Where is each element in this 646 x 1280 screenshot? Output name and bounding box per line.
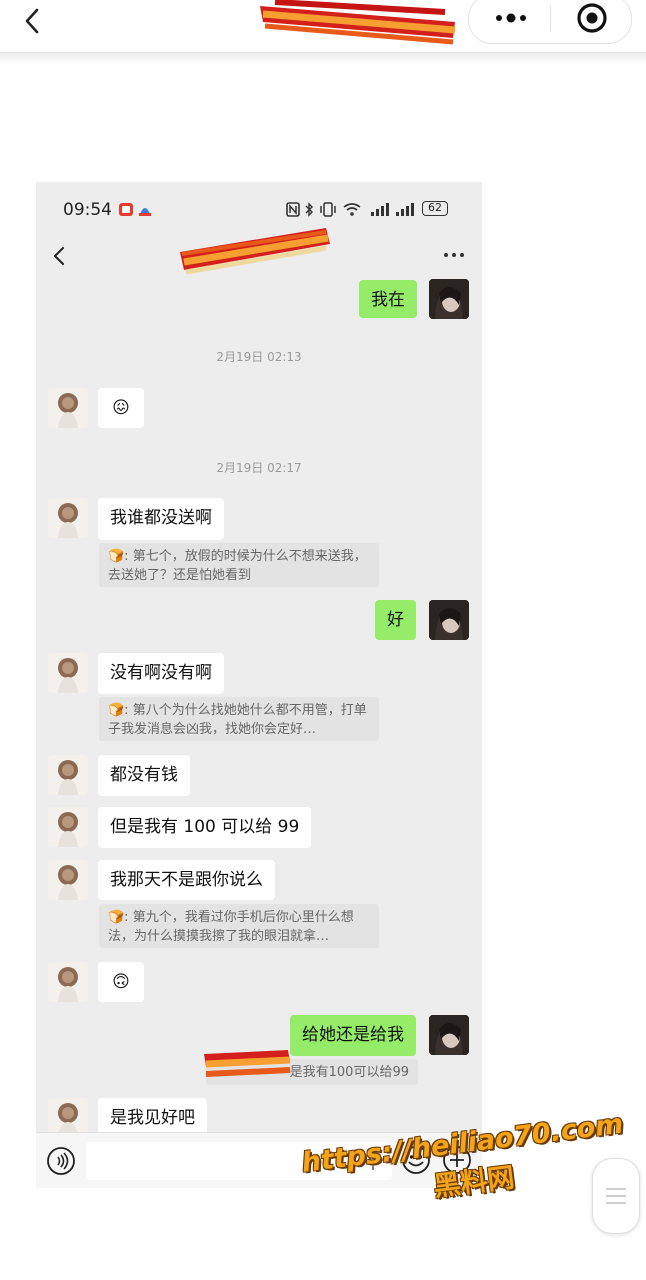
floating-menu-button[interactable] (592, 1158, 640, 1234)
contact-avatar[interactable] (48, 755, 88, 795)
sent-message[interactable]: 给她还是给我 (290, 1015, 416, 1056)
capsule-menu (468, 0, 632, 44)
signal-icon-2 (396, 203, 414, 216)
status-time: 09:54 (63, 200, 112, 220)
battery-indicator: 62 (422, 201, 448, 216)
contact-avatar[interactable] (48, 962, 88, 1002)
bluetooth-icon (305, 202, 313, 217)
my-avatar[interactable] (429, 279, 469, 319)
back-icon[interactable] (52, 246, 66, 266)
timestamp: 2月19日 02:17 (216, 461, 302, 475)
more-options-icon[interactable] (489, 5, 533, 31)
contact-name-redaction (180, 228, 330, 275)
nfc-icon (286, 202, 300, 217)
contact-avatar[interactable] (48, 860, 88, 900)
back-arrow-icon[interactable] (18, 6, 48, 36)
received-message[interactable]: 我那天不是跟你说么 (98, 860, 275, 900)
vibrate-icon (320, 202, 336, 217)
wifi-icon (343, 203, 361, 216)
sent-message[interactable]: 我在 (359, 280, 417, 318)
menu-icon (606, 1188, 626, 1204)
signal-icon (371, 203, 389, 216)
close-target-icon[interactable] (575, 1, 609, 35)
quoted-message[interactable]: 🍞: 第八个为什么找她她什么都不用管，打单子我发消息会凶我，找她你会定好… (99, 697, 379, 741)
my-avatar[interactable] (429, 1015, 469, 1055)
my-avatar[interactable] (429, 600, 469, 640)
more-icon[interactable] (443, 252, 465, 258)
voice-toggle-icon[interactable] (46, 1146, 76, 1176)
quoted-message[interactable]: 🍞: 第九个，我看过你手机后你心里什么想法，为什么摸摸我擦了我的眼泪就拿… (99, 904, 379, 948)
top-bar (0, 0, 646, 53)
received-message[interactable]: 但是我有 100 可以给 99 (98, 807, 312, 848)
received-message[interactable]: 没有啊没有啊 (98, 653, 224, 694)
redaction-scribble (260, 0, 456, 45)
contact-avatar[interactable] (48, 807, 88, 847)
chat-screenshot: 09:54 62 我在 2月19日 02:13 😖 2月19日 02:17 我谁 (36, 182, 482, 1188)
app-notification-icon (119, 203, 133, 216)
contact-avatar[interactable] (48, 498, 88, 538)
quoted-message[interactable]: 🍞: 第七个，放假的时候为什么不想来送我，去送她了？还是怕她看到 (99, 543, 379, 587)
quote-name-redaction (204, 1050, 291, 1077)
top-bar-shadow (0, 53, 646, 63)
received-emoji[interactable]: 🙃 (98, 962, 144, 1002)
chat-header (36, 228, 482, 280)
sent-message[interactable]: 好 (375, 600, 416, 640)
capsule-divider (550, 5, 551, 31)
contact-avatar[interactable] (48, 388, 88, 428)
received-message[interactable]: 我谁都没送啊 (98, 498, 224, 540)
timestamp: 2月19日 02:13 (216, 350, 302, 364)
contact-avatar[interactable] (48, 653, 88, 693)
received-message[interactable]: 都没有钱 (98, 755, 190, 796)
app-notification-icon-2 (139, 208, 151, 216)
received-emoji[interactable]: 😖 (98, 388, 144, 428)
